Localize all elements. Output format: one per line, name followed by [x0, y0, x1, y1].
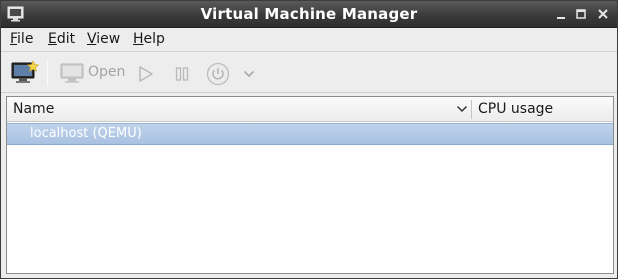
menu-help[interactable]: Help — [133, 31, 165, 47]
vm-list[interactable]: Name CPU usage localhost (QEMU) — [6, 96, 614, 274]
column-header-name[interactable]: Name — [13, 101, 54, 117]
monitor-icon[interactable] — [60, 63, 86, 85]
open-button-label[interactable]: Open — [88, 64, 125, 80]
play-icon[interactable] — [137, 65, 155, 83]
maximize-icon[interactable] — [574, 7, 588, 21]
list-item[interactable]: localhost (QEMU) — [7, 123, 613, 145]
menu-view-mnemonic: V — [87, 31, 97, 47]
menu-view-rest: iew — [96, 31, 121, 47]
title-bar[interactable]: Virtual Machine Manager — [1, 1, 617, 28]
close-icon[interactable] — [596, 7, 610, 21]
menu-bar: File Edit View Help — [1, 28, 617, 52]
menu-edit[interactable]: Edit — [48, 31, 75, 47]
power-icon[interactable] — [206, 62, 230, 86]
menu-file[interactable]: File — [10, 31, 33, 47]
minimize-icon[interactable] — [554, 7, 568, 21]
menu-edit-rest: dit — [56, 31, 76, 47]
menu-help-mnemonic: H — [133, 31, 144, 47]
toolbar: Open — [1, 53, 617, 93]
chevron-down-icon[interactable] — [243, 69, 255, 79]
menu-help-rest: elp — [143, 31, 165, 47]
main-window: Virtual Machine Manager File Edit View H… — [0, 0, 618, 279]
toolbar-separator — [47, 60, 48, 86]
window-title: Virtual Machine Manager — [200, 5, 418, 23]
column-divider[interactable] — [471, 100, 472, 119]
list-header: Name CPU usage — [7, 97, 613, 122]
new-vm-icon[interactable] — [11, 60, 39, 86]
menu-file-mnemonic: F — [10, 31, 18, 47]
menu-view[interactable]: View — [87, 31, 120, 47]
pause-icon[interactable] — [174, 66, 190, 82]
menu-edit-mnemonic: E — [48, 31, 57, 47]
column-header-cpu-usage[interactable]: CPU usage — [478, 101, 553, 117]
menu-file-rest: ile — [17, 31, 34, 47]
chevron-down-icon[interactable] — [456, 104, 468, 114]
connection-name: localhost (QEMU) — [30, 126, 142, 141]
